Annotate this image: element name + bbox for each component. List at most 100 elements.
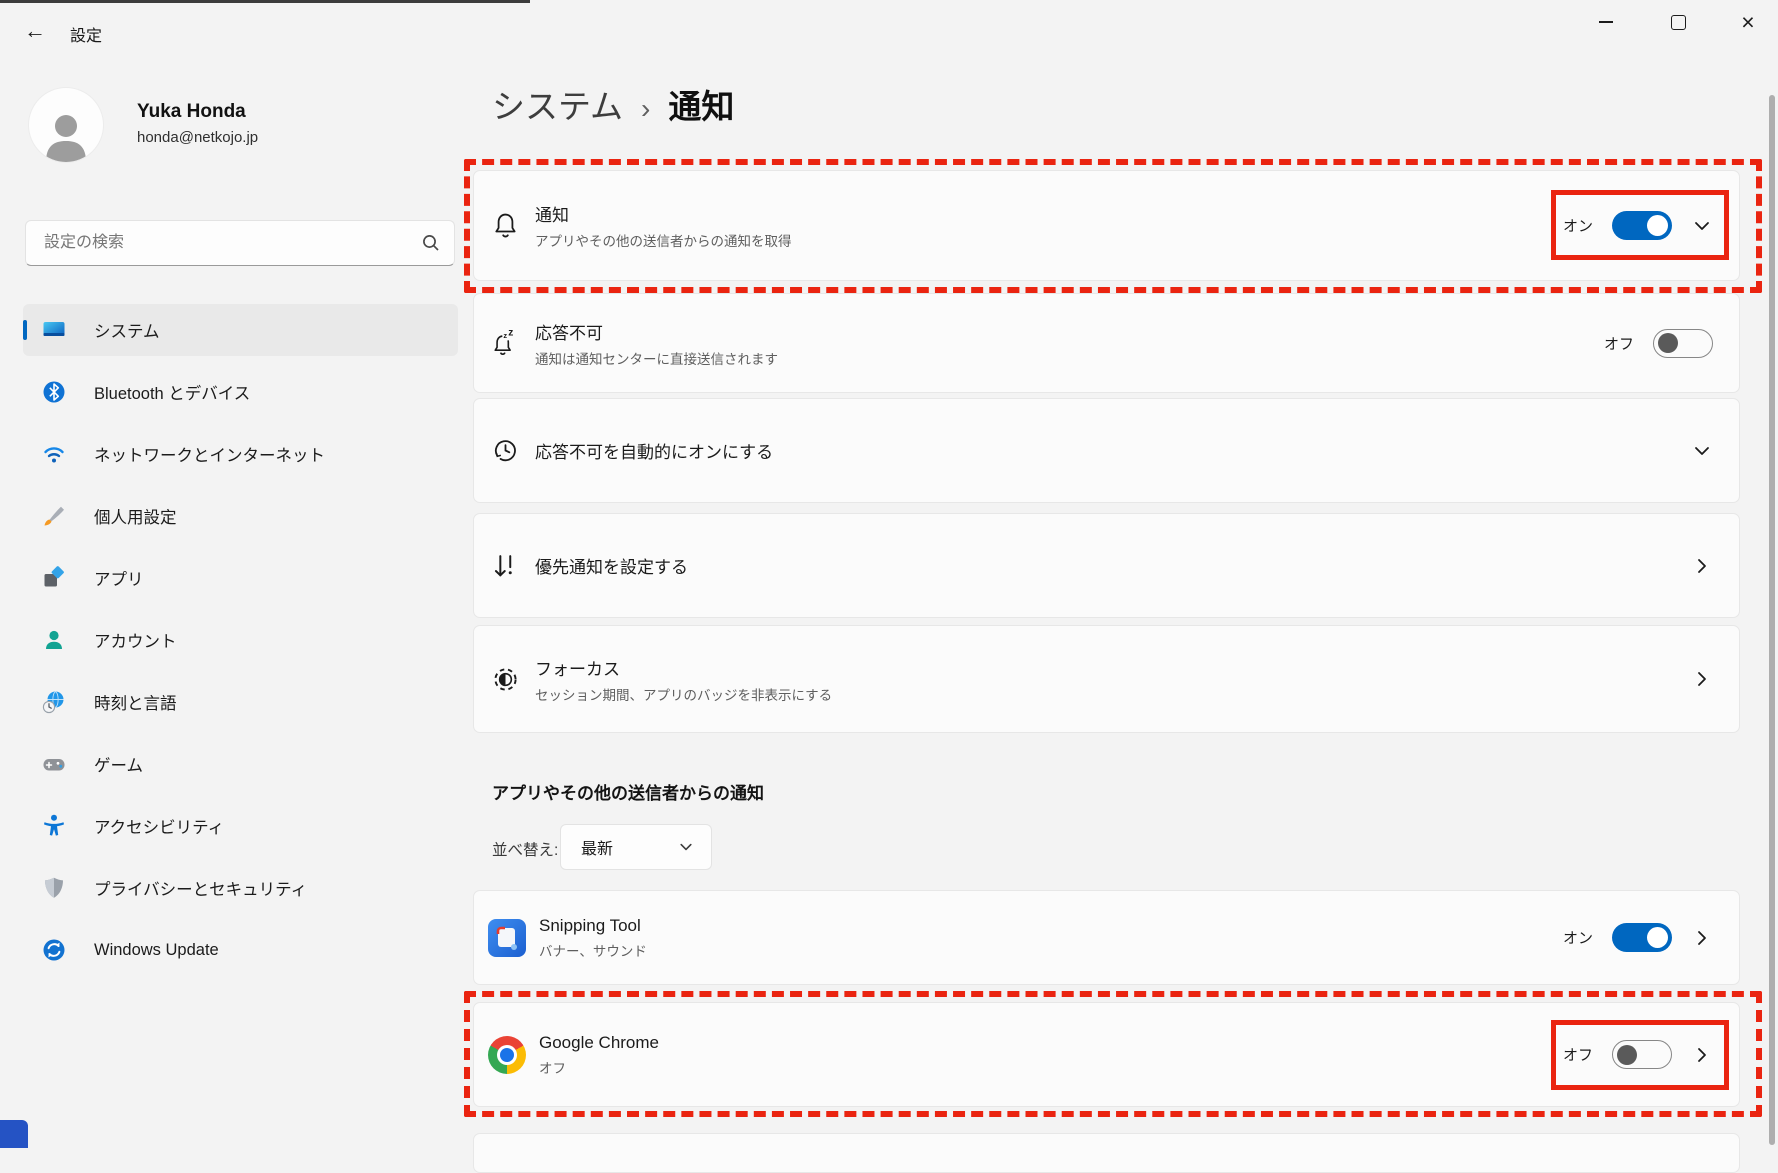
maximize-button[interactable] <box>1654 0 1702 44</box>
snipping-tool-icon <box>488 919 526 957</box>
avatar[interactable] <box>29 88 103 162</box>
close-button[interactable]: × <box>1724 0 1772 44</box>
focus-icon <box>488 666 522 693</box>
sidebar-item-label: 時刻と言語 <box>94 690 177 714</box>
setting-row-notifications[interactable]: 通知 アプリやその他の送信者からの通知を取得 オン <box>473 170 1740 281</box>
window-title: 設定 <box>70 22 102 46</box>
chevron-right-icon[interactable] <box>1691 928 1713 948</box>
chevron-right-icon[interactable] <box>1691 1045 1713 1065</box>
setting-row-focus[interactable]: フォーカス セッション期間、アプリのバッジを非表示にする <box>473 625 1740 733</box>
app-row-partial[interactable] <box>473 1133 1740 1173</box>
row-subtitle: アプリやその他の送信者からの通知を取得 <box>535 230 792 250</box>
sidebar-item-windows-update[interactable]: Windows Update <box>23 924 458 976</box>
profile-name: Yuka Honda <box>137 101 246 123</box>
row-subtitle: 通知は通知センターに直接送信されます <box>535 348 778 368</box>
app-row-google-chrome[interactable]: Google Chrome オフ オフ <box>473 1002 1740 1107</box>
brush-icon <box>40 502 68 530</box>
svg-text:z: z <box>508 328 513 339</box>
google-chrome-toggle[interactable] <box>1612 1040 1672 1069</box>
row-title: フォーカス <box>535 655 832 680</box>
toggle-knob <box>1617 1045 1637 1065</box>
bluetooth-icon <box>40 378 68 406</box>
sidebar-item-network-internet[interactable]: ネットワークとインターネット <box>23 428 458 480</box>
row-title: 通知 <box>535 201 792 226</box>
sidebar-item-time-language[interactable]: 時刻と言語 <box>23 676 458 728</box>
sidebar-item-label: アクセシビリティ <box>94 814 224 838</box>
sidebar-item-label: アカウント <box>94 628 177 652</box>
row-title: 応答不可 <box>535 319 778 344</box>
sort-selected-value: 最新 <box>581 835 675 859</box>
sidebar-item-system[interactable]: システム <box>23 304 458 356</box>
toggle-knob <box>1647 927 1668 948</box>
toggle-state-label: オン <box>1563 927 1593 948</box>
bell-sleep-icon: z z <box>488 328 522 358</box>
app-name: Snipping Tool <box>539 916 647 936</box>
system-monitor-icon <box>40 316 68 344</box>
chevron-right-icon[interactable] <box>1691 669 1713 689</box>
breadcrumb-system[interactable]: システム <box>492 80 623 128</box>
chevron-down-icon[interactable] <box>1691 441 1713 461</box>
priority-arrow-icon <box>488 552 522 580</box>
maximize-icon <box>1671 15 1686 30</box>
toggle-state-label: オフ <box>1604 333 1634 354</box>
sidebar-item-accounts[interactable]: アカウント <box>23 614 458 666</box>
settings-search-box[interactable] <box>25 220 455 266</box>
search-input[interactable] <box>42 233 422 253</box>
do-not-disturb-toggle[interactable] <box>1653 329 1713 358</box>
sidebar-item-privacy-security[interactable]: プライバシーとセキュリティ <box>23 862 458 914</box>
person-icon <box>40 626 68 654</box>
row-title: 応答不可を自動的にオンにする <box>535 438 773 463</box>
clock-globe-icon <box>40 688 68 716</box>
selected-indicator <box>23 320 27 340</box>
toggle-knob <box>1658 333 1678 353</box>
snipping-tool-toggle[interactable] <box>1612 923 1672 952</box>
apps-section-heading: アプリやその他の送信者からの通知 <box>492 779 764 804</box>
profile-email: honda@netkojo.jp <box>137 129 258 146</box>
chevron-right-icon[interactable] <box>1691 556 1713 576</box>
setting-row-priority-notifications[interactable]: 優先通知を設定する <box>473 513 1740 618</box>
toggle-knob <box>1647 215 1668 236</box>
back-button[interactable]: ← <box>18 14 52 48</box>
sidebar-item-personalization[interactable]: 個人用設定 <box>23 490 458 542</box>
person-silhouette-icon <box>40 106 92 162</box>
desktop-corner-artifact <box>0 1120 28 1148</box>
row-subtitle: セッション期間、アプリのバッジを非表示にする <box>535 684 832 704</box>
sidebar-item-label: システム <box>94 318 160 342</box>
toggle-state-label: オフ <box>1563 1044 1593 1065</box>
sidebar-item-label: ネットワークとインターネット <box>94 442 325 466</box>
minimize-icon <box>1599 21 1613 23</box>
sidebar-item-label: Windows Update <box>94 941 219 960</box>
app-subtitle: オフ <box>539 1057 659 1077</box>
sort-label: 並べ替え: <box>492 838 558 860</box>
setting-row-do-not-disturb[interactable]: z z 応答不可 通知は通知センターに直接送信されます オフ <box>473 293 1740 393</box>
google-chrome-icon <box>488 1036 526 1074</box>
shield-icon <box>40 874 68 902</box>
minimize-button[interactable] <box>1582 0 1630 44</box>
toggle-state-label: オン <box>1563 215 1593 236</box>
vertical-scrollbar[interactable] <box>1769 95 1775 1145</box>
breadcrumb-separator: › <box>641 93 650 125</box>
chevron-down-icon[interactable] <box>1691 216 1713 236</box>
page-title: 通知 <box>668 80 734 128</box>
sidebar-item-apps[interactable]: アプリ <box>23 552 458 604</box>
sidebar-item-label: 個人用設定 <box>94 504 177 528</box>
chevron-down-icon <box>675 839 697 855</box>
window-top-border <box>0 0 530 3</box>
sidebar-item-label: ゲーム <box>94 752 143 776</box>
sidebar-item-accessibility[interactable]: アクセシビリティ <box>23 800 458 852</box>
svg-text:z: z <box>503 331 507 340</box>
sidebar-item-gaming[interactable]: ゲーム <box>23 738 458 790</box>
update-icon <box>40 936 68 964</box>
notifications-toggle[interactable] <box>1612 211 1672 240</box>
row-title: 優先通知を設定する <box>535 553 688 578</box>
sidebar-item-label: Bluetooth とデバイス <box>94 380 250 404</box>
apps-icon <box>40 564 68 592</box>
accessibility-icon <box>40 812 68 840</box>
search-icon <box>422 234 440 252</box>
app-row-snipping-tool[interactable]: Snipping Tool バナー、サウンド オン <box>473 890 1740 985</box>
sidebar-item-bluetooth-devices[interactable]: Bluetooth とデバイス <box>23 366 458 418</box>
app-subtitle: バナー、サウンド <box>539 940 647 960</box>
bell-icon <box>488 211 522 240</box>
setting-row-dnd-automatic[interactable]: 応答不可を自動的にオンにする <box>473 398 1740 503</box>
sort-dropdown[interactable]: 最新 <box>560 824 712 870</box>
